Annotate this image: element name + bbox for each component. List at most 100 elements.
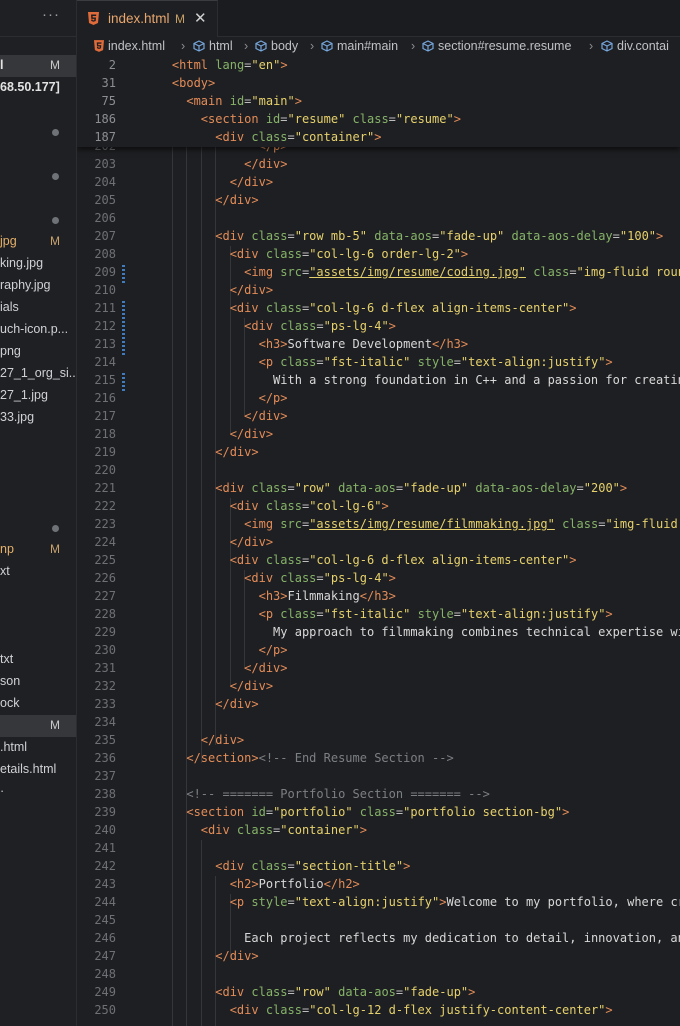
file-tree-item[interactable]: ock	[0, 693, 76, 715]
file-tree-item[interactable]: 68.50.177]	[0, 77, 76, 99]
file-tree-item[interactable]: etails.html	[0, 759, 76, 781]
code-line[interactable]: 239 <section id="portfolio" class="portf…	[77, 804, 680, 822]
file-tree-item[interactable]: xt	[0, 561, 76, 583]
code-editor[interactable]: 202 </p>203 </div>204 </div>205 </div>20…	[77, 57, 680, 1026]
code-line[interactable]: 208 <div class="col-lg-6 order-lg-2">	[77, 246, 680, 264]
code-line[interactable]: 247 </div>	[77, 948, 680, 966]
code-line[interactable]: 213 <h3>Software Development</h3>	[77, 336, 680, 354]
code-line[interactable]: 214 <p class="fst-italic" style="text-al…	[77, 354, 680, 372]
code-line[interactable]: 212 <div class="ps-lg-4">	[77, 318, 680, 336]
code-line[interactable]: 75 <main id="main">	[77, 93, 680, 111]
file-tree-item[interactable]: ials	[0, 297, 76, 319]
code-line[interactable]: 223 <img src="assets/img/resume/filmmaki…	[77, 516, 680, 534]
file-tree-item[interactable]: king.jpg	[0, 253, 76, 275]
file-tree-item[interactable]	[0, 473, 76, 495]
code-line[interactable]: 203 </div>	[77, 156, 680, 174]
file-tree-item[interactable]	[0, 165, 76, 187]
more-actions-icon[interactable]: ···	[42, 6, 60, 23]
code-line[interactable]: 250 <div class="col-lg-12 d-flex justify…	[77, 1002, 680, 1020]
code-line[interactable]: 248	[77, 966, 680, 984]
code-line[interactable]: 227 <h3>Filmmaking</h3>	[77, 588, 680, 606]
code-line[interactable]: 230 </p>	[77, 642, 680, 660]
code-line[interactable]: 206	[77, 210, 680, 228]
code-line[interactable]: 231 </div>	[77, 660, 680, 678]
file-tree-label: png	[0, 344, 21, 358]
code-line[interactable]: 211 <div class="col-lg-6 d-flex align-it…	[77, 300, 680, 318]
code-line[interactable]: 224 </div>	[77, 534, 680, 552]
code-line[interactable]: 219 </div>	[77, 444, 680, 462]
code-line[interactable]: 235 </div>	[77, 732, 680, 750]
file-tree-item[interactable]	[0, 583, 76, 605]
close-tab-icon[interactable]: ✕	[194, 9, 207, 27]
file-tree-item[interactable]	[0, 495, 76, 517]
code-line[interactable]: 2 <html lang="en">	[77, 57, 680, 75]
file-tree-item[interactable]: son	[0, 671, 76, 693]
file-tree-item[interactable]	[0, 517, 76, 539]
code-line[interactable]: 245	[77, 912, 680, 930]
code-line[interactable]: 234	[77, 714, 680, 732]
breadcrumb-section[interactable]: section#resume.resume	[422, 39, 571, 53]
breadcrumb-div[interactable]: div.contai	[601, 39, 669, 53]
file-tree-item[interactable]	[0, 99, 76, 121]
code-line[interactable]: 210 </div>	[77, 282, 680, 300]
file-tree-item[interactable]: png	[0, 341, 76, 363]
code-line[interactable]: 215 With a strong foundation in C++ and …	[77, 372, 680, 390]
file-tree-item[interactable]: ·	[0, 781, 76, 803]
file-tree-item[interactable]	[0, 627, 76, 649]
code-line[interactable]: 228 <p class="fst-italic" style="text-al…	[77, 606, 680, 624]
code-line[interactable]: 31 <body>	[77, 75, 680, 93]
file-tree-item[interactable]	[0, 209, 76, 231]
code-line[interactable]: 237	[77, 768, 680, 786]
file-tree-item[interactable]: M	[0, 715, 76, 737]
file-tree-item[interactable]	[0, 143, 76, 165]
code-line[interactable]: 229 My approach to filmmaking combines t…	[77, 624, 680, 642]
code-line[interactable]: 232 </div>	[77, 678, 680, 696]
code-line[interactable]: 249 <div class="row" data-aos="fade-up">	[77, 984, 680, 1002]
breadcrumb-main[interactable]: main#main	[321, 39, 398, 53]
code-line[interactable]: 205 </div>	[77, 192, 680, 210]
code-line[interactable]: 241	[77, 840, 680, 858]
code-line[interactable]: 246 Each project reflects my dedication …	[77, 930, 680, 948]
sticky-scroll-header[interactable]: 2 <html lang="en"> 31 <body> 75 <main id="…	[77, 57, 680, 147]
file-tree-item[interactable]	[0, 451, 76, 473]
code-line[interactable]: 216 </p>	[77, 390, 680, 408]
file-tree-item[interactable]: uch-icon.p...	[0, 319, 76, 341]
breadcrumb-body[interactable]: body	[255, 39, 298, 53]
code-line[interactable]: 240 <div class="container">	[77, 822, 680, 840]
code-line[interactable]: 221 <div class="row" data-aos="fade-up" …	[77, 480, 680, 498]
tab-index-html[interactable]: index.html M ✕	[77, 0, 218, 37]
code-line[interactable]: 225 <div class="col-lg-6 d-flex align-it…	[77, 552, 680, 570]
code-line[interactable]: 186 <section id="resume" class="resume">	[77, 111, 680, 129]
file-tree-item[interactable]: txt	[0, 649, 76, 671]
code-line[interactable]: 187 <div class="container">	[77, 129, 680, 147]
file-tree-item[interactable]	[0, 429, 76, 451]
code-line[interactable]: 236 </section><!-- End Resume Section --…	[77, 750, 680, 768]
code-line[interactable]: 244 <p style="text-align:justify">Welcom…	[77, 894, 680, 912]
code-line[interactable]: 233 </div>	[77, 696, 680, 714]
file-tree-item[interactable]	[0, 121, 76, 143]
file-tree-item[interactable]: .html	[0, 737, 76, 759]
code-line[interactable]: 243 <h2>Portfolio</h2>	[77, 876, 680, 894]
code-token: "portfolio section-bg"	[403, 805, 563, 819]
file-tree-item[interactable]: lM	[0, 55, 76, 77]
code-line[interactable]: 238 <!-- ======= Portfolio Section =====…	[77, 786, 680, 804]
file-tree-item[interactable]: raphy.jpg	[0, 275, 76, 297]
code-line[interactable]: 204 </div>	[77, 174, 680, 192]
file-tree-item[interactable]	[0, 605, 76, 627]
file-tree-item[interactable]	[0, 187, 76, 209]
code-line[interactable]: 207 <div class="row mb-5" data-aos="fade…	[77, 228, 680, 246]
file-tree-item[interactable]: jpg M	[0, 231, 76, 253]
breadcrumb-html[interactable]: html	[193, 39, 233, 53]
code-line[interactable]: 242 <div class="section-title">	[77, 858, 680, 876]
file-tree-item[interactable]: 33.jpg	[0, 407, 76, 429]
breadcrumb-file[interactable]: index.html	[94, 39, 165, 53]
code-line[interactable]: 218 </div>	[77, 426, 680, 444]
code-line[interactable]: 220	[77, 462, 680, 480]
file-tree-item[interactable]: np M	[0, 539, 76, 561]
code-line[interactable]: 217 </div>	[77, 408, 680, 426]
file-tree-item[interactable]: 27_1.jpg	[0, 385, 76, 407]
code-line[interactable]: 222 <div class="col-lg-6">	[77, 498, 680, 516]
code-line[interactable]: 226 <div class="ps-lg-4">	[77, 570, 680, 588]
code-line[interactable]: 209 <img src = "assets/img/resume/coding.j…	[77, 264, 680, 282]
file-tree-item[interactable]: 27_1_org_si...	[0, 363, 76, 385]
